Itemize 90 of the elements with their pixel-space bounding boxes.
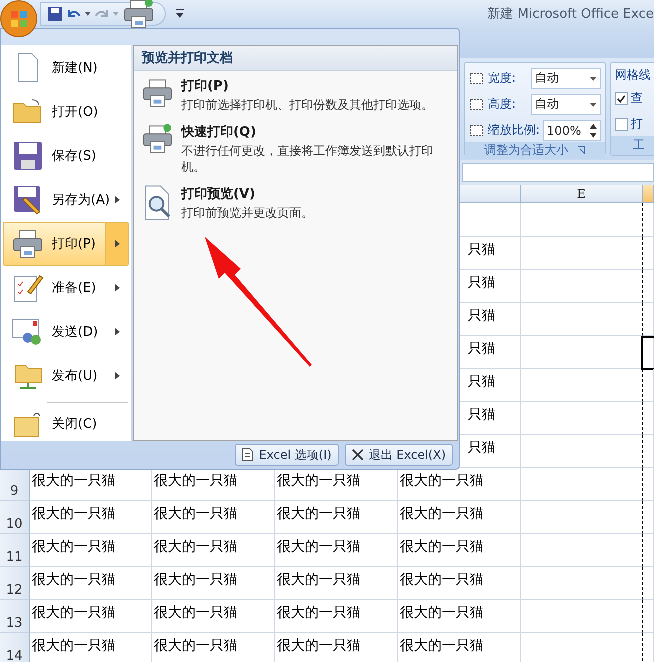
row-header[interactable]: 9 bbox=[0, 468, 30, 501]
customize-caret-icon bbox=[176, 9, 184, 19]
submenu-item[interactable]: 打印预览(V) 打印前预览并更改页面。 bbox=[134, 179, 457, 225]
redo-icon bbox=[95, 9, 109, 19]
table-cell bbox=[643, 237, 654, 270]
options-page-icon bbox=[242, 448, 254, 462]
table-cell: 很大的一只猫 bbox=[398, 600, 521, 633]
table-cell: 很大的一只猫 bbox=[30, 567, 152, 600]
table-cell: 很大的一只猫 bbox=[398, 633, 521, 662]
printer-check-icon bbox=[142, 123, 174, 155]
table-cell bbox=[643, 303, 654, 336]
group-title: 网格线 bbox=[615, 67, 652, 84]
menu-item[interactable]: 另存为(A) bbox=[3, 178, 129, 222]
menu-item[interactable]: 打印(P) bbox=[3, 222, 129, 266]
table-cell: 很大的一只猫 bbox=[152, 567, 275, 600]
dropdown-field[interactable]: 自动 bbox=[531, 68, 602, 89]
column-header[interactable] bbox=[643, 185, 654, 203]
formula-field[interactable] bbox=[462, 163, 654, 182]
caret-icon bbox=[85, 11, 91, 17]
office-button[interactable] bbox=[0, 0, 40, 40]
table-cell bbox=[643, 203, 654, 237]
menu-item[interactable]: 准备(E) bbox=[3, 266, 129, 310]
submenu-arrow-icon bbox=[114, 284, 120, 292]
dropdown-arrow-icon bbox=[590, 76, 598, 80]
dropdown-field[interactable]: 自动 bbox=[531, 94, 602, 115]
table-cell: 很大的一只猫 bbox=[398, 567, 521, 600]
group-label: 工 bbox=[633, 137, 646, 154]
printer-check-icon bbox=[123, 0, 155, 30]
table-cell: 很大的一只猫 bbox=[152, 633, 275, 662]
submenu-arrow-icon bbox=[114, 372, 120, 380]
table-cell bbox=[643, 435, 654, 468]
table-cell bbox=[643, 468, 654, 501]
menu-item[interactable]: 关闭(C) bbox=[3, 402, 129, 446]
spinner-arrows-icon bbox=[590, 124, 598, 138]
options-button[interactable]: Excel 选项(I) bbox=[235, 444, 339, 466]
submenu-arrow-icon bbox=[114, 240, 120, 248]
table-cell: 很大的一只猫 bbox=[30, 633, 152, 662]
panel-heading: 预览并打印文档 bbox=[134, 46, 457, 71]
submenu-item[interactable]: 打印(P) 打印前选择打印机、打印份数及其他打印选项。 bbox=[134, 71, 457, 117]
undo-icon bbox=[67, 9, 81, 19]
submenu-arrow-icon bbox=[114, 328, 120, 336]
submenu-arrow-icon bbox=[114, 196, 120, 204]
table-cell: 很大的一只猫 bbox=[30, 600, 152, 633]
table-cell: 很大的一只猫 bbox=[275, 501, 398, 534]
printer-icon bbox=[142, 77, 174, 109]
checkbox[interactable] bbox=[615, 92, 628, 105]
dialog-launcher-icon bbox=[576, 146, 586, 155]
table-cell: 很大的一只猫 bbox=[152, 501, 275, 534]
row-header[interactable]: 10 bbox=[0, 501, 30, 534]
spinner-field[interactable]: 100% bbox=[543, 120, 602, 141]
column-header[interactable]: E bbox=[521, 185, 643, 203]
printer-icon bbox=[12, 228, 44, 260]
row-header[interactable]: 14 bbox=[0, 633, 30, 662]
table-cell: 很大的一只猫 bbox=[275, 534, 398, 567]
field-label: 高度: bbox=[488, 96, 516, 113]
dropdown-arrow-icon bbox=[590, 102, 598, 106]
exit-button[interactable]: 退出 Excel(X) bbox=[344, 444, 453, 466]
field-label: 宽度: bbox=[488, 70, 516, 87]
checkbox-label: 打 bbox=[631, 116, 644, 133]
table-cell: 很大的一只猫 bbox=[152, 534, 275, 567]
table-cell bbox=[643, 501, 654, 534]
close-icon bbox=[352, 449, 364, 461]
table-cell: 很大的一只猫 bbox=[275, 600, 398, 633]
menu-item[interactable]: 保存(S) bbox=[3, 134, 129, 178]
window-title: 新建 Microsoft Office Exce bbox=[486, 6, 654, 23]
table-cell: 很大的一只猫 bbox=[275, 633, 398, 662]
menu-item[interactable]: 新建(N) bbox=[3, 46, 129, 90]
checkbox-label: 查 bbox=[631, 90, 644, 107]
group-label: 调整为合适大小 bbox=[484, 142, 569, 159]
caret-icon bbox=[113, 11, 119, 17]
menu-item[interactable]: 发布(U) bbox=[3, 354, 129, 398]
field-label: 缩放比例: bbox=[488, 122, 540, 139]
row-header[interactable]: 13 bbox=[0, 600, 30, 633]
table-cell bbox=[643, 600, 654, 633]
table-cell: 很大的一只猫 bbox=[30, 534, 152, 567]
table-cell: 很大的一只猫 bbox=[152, 600, 275, 633]
table-cell bbox=[643, 567, 654, 600]
table-cell bbox=[643, 534, 654, 567]
table-cell bbox=[643, 402, 654, 435]
table-cell: 很大的一只猫 bbox=[398, 501, 521, 534]
menu-item[interactable]: 打开(O) bbox=[3, 90, 129, 134]
checkbox[interactable] bbox=[615, 118, 628, 131]
submenu-item[interactable]: 快速打印(Q) 不进行任何更改，直接将工作簿发送到默认打印机。 bbox=[134, 117, 457, 179]
table-cell: 很大的一只猫 bbox=[30, 501, 152, 534]
table-cell: 很大的一只猫 bbox=[275, 567, 398, 600]
menu-item[interactable]: 发送(D) bbox=[3, 310, 129, 354]
row-header[interactable]: 11 bbox=[0, 534, 30, 567]
row-header[interactable]: 12 bbox=[0, 567, 30, 600]
table-cell bbox=[643, 270, 654, 303]
table-cell: 很大的一只猫 bbox=[398, 534, 521, 567]
